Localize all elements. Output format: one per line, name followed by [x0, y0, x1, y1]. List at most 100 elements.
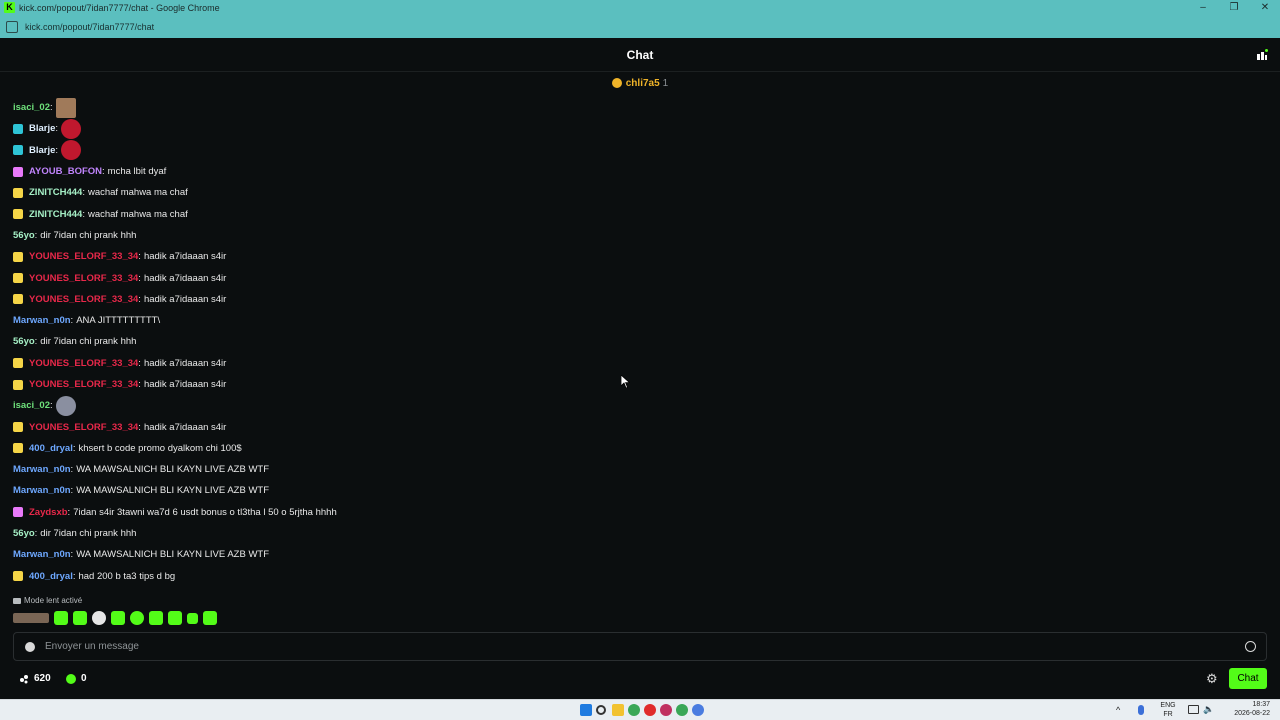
user-badge-icon[interactable] — [13, 145, 23, 156]
user-badge-icon[interactable] — [13, 166, 23, 177]
address-bar[interactable]: kick.com/popout/7idan7777/chat — [0, 15, 1280, 38]
emote-item[interactable] — [54, 611, 68, 625]
user-badge-icon[interactable] — [13, 379, 23, 390]
chat-message: Zaydsxb:7idan s4ir 3tawni wa7d 6 usdt bo… — [13, 502, 1268, 523]
url-text[interactable]: kick.com/popout/7idan7777/chat — [25, 22, 154, 32]
user-badge-icon[interactable] — [13, 187, 23, 198]
separator: : — [138, 379, 141, 390]
emote-item[interactable] — [111, 611, 125, 625]
network-icon[interactable] — [1188, 705, 1199, 714]
chat-username[interactable]: isaci_02 — [13, 400, 50, 411]
chat-username[interactable]: YOUNES_ELORF_33_34 — [29, 294, 138, 305]
search-icon[interactable] — [596, 705, 606, 715]
emote-item[interactable] — [149, 611, 163, 625]
chat-message: ZINITCH444: wachaf mahwa ma chaf — [13, 182, 1268, 203]
lang-bottom[interactable]: FR — [1158, 711, 1178, 718]
microphone-icon[interactable] — [1138, 705, 1144, 715]
chat-username[interactable]: 56yo — [13, 230, 35, 241]
close-icon[interactable]: ✕ — [1249, 0, 1280, 15]
chat-message: Marwan_n0n: WA MAWSALNICH BLI KAYN LIVE A… — [13, 480, 1268, 501]
chat-username[interactable]: 400_dryal — [29, 571, 73, 582]
chat-message-text: dir 7idan chi prank hhh — [40, 229, 137, 241]
chrome-icon[interactable] — [676, 704, 688, 716]
window-title: kick.com/popout/7idan7777/chat - Google … — [19, 2, 220, 13]
chat-message: YOUNES_ELORF_33_34: hadik a7idaaan s4ir — [13, 267, 1268, 288]
chat-username[interactable]: YOUNES_ELORF_33_34 — [29, 273, 138, 284]
pinned-gifter[interactable]: chli7a5 1 — [0, 73, 1280, 93]
user-badge-icon[interactable] — [13, 422, 23, 433]
chat-username[interactable]: Blarje — [29, 123, 55, 134]
chat-username[interactable]: YOUNES_ELORF_33_34 — [29, 358, 138, 369]
clock-date[interactable]: 2026-08-22 — [1222, 710, 1270, 717]
emote-item[interactable] — [168, 611, 182, 625]
file-explorer-icon[interactable] — [612, 704, 624, 716]
chat-username[interactable]: ZINITCH444 — [29, 209, 82, 220]
chat-username[interactable]: ZINITCH444 — [29, 187, 82, 198]
chat-message-text: hadik a7idaaan s4ir — [143, 293, 227, 305]
emote-icon — [61, 140, 82, 161]
emote-item[interactable] — [13, 613, 49, 623]
chat-message: ZINITCH444: wachaf mahwa ma chaf — [13, 203, 1268, 224]
viewers-count: 620 — [34, 673, 51, 684]
emote-item[interactable] — [92, 611, 106, 625]
chat-username[interactable]: 56yo — [13, 336, 35, 347]
user-badge-icon[interactable] — [13, 443, 23, 454]
emote-icon — [55, 97, 76, 118]
chat-username[interactable]: Marwan_n0n — [13, 549, 71, 560]
minimize-icon[interactable]: – — [1187, 0, 1219, 15]
emoji-picker-icon[interactable] — [1245, 641, 1256, 652]
user-badge-icon[interactable] — [13, 358, 23, 369]
settings-gear-icon[interactable]: ⚙ — [1206, 672, 1219, 685]
message-input[interactable] — [45, 641, 1245, 652]
chat-username[interactable]: 400_dryal — [29, 443, 73, 454]
chat-username[interactable]: Marwan_n0n — [13, 315, 71, 326]
chat-username[interactable]: Zaydsxb — [29, 507, 68, 518]
message-input-box[interactable] — [13, 632, 1267, 661]
chat-username[interactable]: AYOUB_BOFON — [29, 166, 102, 177]
user-badge-icon[interactable] — [13, 571, 23, 582]
chat-message-text: hadik a7idaaan s4ir — [143, 272, 227, 284]
chat-username[interactable]: YOUNES_ELORF_33_34 — [29, 422, 138, 433]
chat-message-text: hadik a7idaaan s4ir — [143, 251, 227, 263]
site-settings-icon[interactable] — [6, 20, 18, 33]
user-badge-icon[interactable] — [13, 209, 23, 220]
chat-title: Chat — [626, 48, 654, 62]
emote-item[interactable] — [187, 612, 198, 624]
windows-start-icon[interactable] — [580, 704, 592, 716]
restore-icon[interactable]: ❐ — [1218, 0, 1250, 15]
separator: : — [72, 570, 76, 582]
lang-top[interactable]: ENG — [1158, 702, 1178, 709]
chrome-icon[interactable] — [692, 704, 704, 716]
chat-message-text: WA MAWSALNICH BLI KAYN LIVE AZB WTF — [76, 485, 270, 497]
chat-username[interactable]: Marwan_n0n — [13, 485, 71, 496]
chat-username[interactable]: YOUNES_ELORF_33_34 — [29, 251, 138, 262]
separator: : — [49, 102, 53, 114]
clock-time[interactable]: 18:37 — [1222, 701, 1270, 708]
app-icon[interactable] — [660, 704, 672, 716]
chat-message-text: WA MAWSALNICH BLI KAYN LIVE AZB WTF — [76, 464, 270, 476]
user-badge-icon[interactable] — [13, 123, 23, 134]
users-icon[interactable] — [1256, 49, 1268, 61]
user-badge-icon[interactable] — [13, 273, 23, 284]
volume-icon[interactable]: 🔈 — [1203, 704, 1214, 715]
tray-chevron-icon[interactable]: ^ — [1116, 705, 1120, 715]
user-badge-icon[interactable] — [13, 507, 23, 518]
separator: : — [138, 293, 141, 305]
chat-username[interactable]: 56yo — [13, 528, 35, 539]
emote-item[interactable] — [73, 611, 87, 625]
user-badge-icon[interactable] — [13, 294, 23, 305]
chrome-icon[interactable] — [628, 704, 640, 716]
app-icon[interactable] — [644, 704, 656, 716]
chat-message: YOUNES_ELORF_33_34: hadik a7idaaan s4ir — [13, 246, 1268, 267]
chat-username[interactable]: Marwan_n0n — [13, 464, 71, 475]
emote-item[interactable] — [203, 611, 217, 625]
send-chat-button[interactable]: Chat — [1229, 668, 1267, 689]
user-badge-icon[interactable] — [13, 251, 23, 262]
separator: : — [138, 251, 141, 263]
chat-username[interactable]: YOUNES_ELORF_33_34 — [29, 379, 138, 390]
chat-username[interactable]: Blarje — [29, 145, 55, 156]
chat-message: isaci_02: — [13, 97, 1268, 118]
separator: : — [49, 400, 53, 412]
chat-username[interactable]: isaci_02 — [13, 102, 50, 113]
emote-item[interactable] — [130, 611, 144, 625]
